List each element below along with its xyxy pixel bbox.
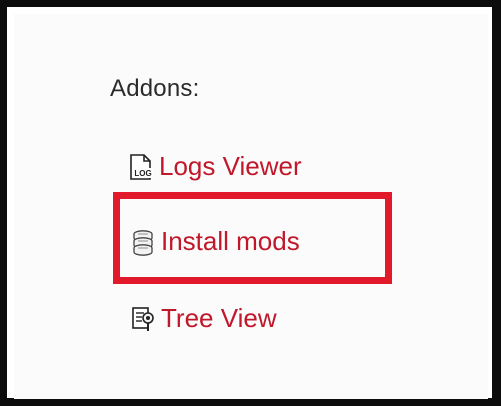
install-mods-icon: [131, 228, 155, 256]
addons-heading: Addons:: [110, 75, 200, 102]
install-mods-label: Install mods: [161, 226, 300, 256]
install-mods-link[interactable]: Install mods: [131, 226, 300, 257]
logs-viewer-label: Logs Viewer: [159, 151, 302, 181]
tree-view-icon: [131, 305, 155, 333]
screenshot-frame: [0, 0, 501, 406]
svg-text:LOG: LOG: [134, 169, 151, 178]
tree-view-label: Tree View: [161, 303, 277, 333]
log-file-icon: LOG: [129, 153, 153, 181]
tree-view-link[interactable]: Tree View: [131, 303, 277, 334]
addons-panel: [14, 14, 488, 399]
logs-viewer-link[interactable]: LOG Logs Viewer: [129, 151, 302, 182]
